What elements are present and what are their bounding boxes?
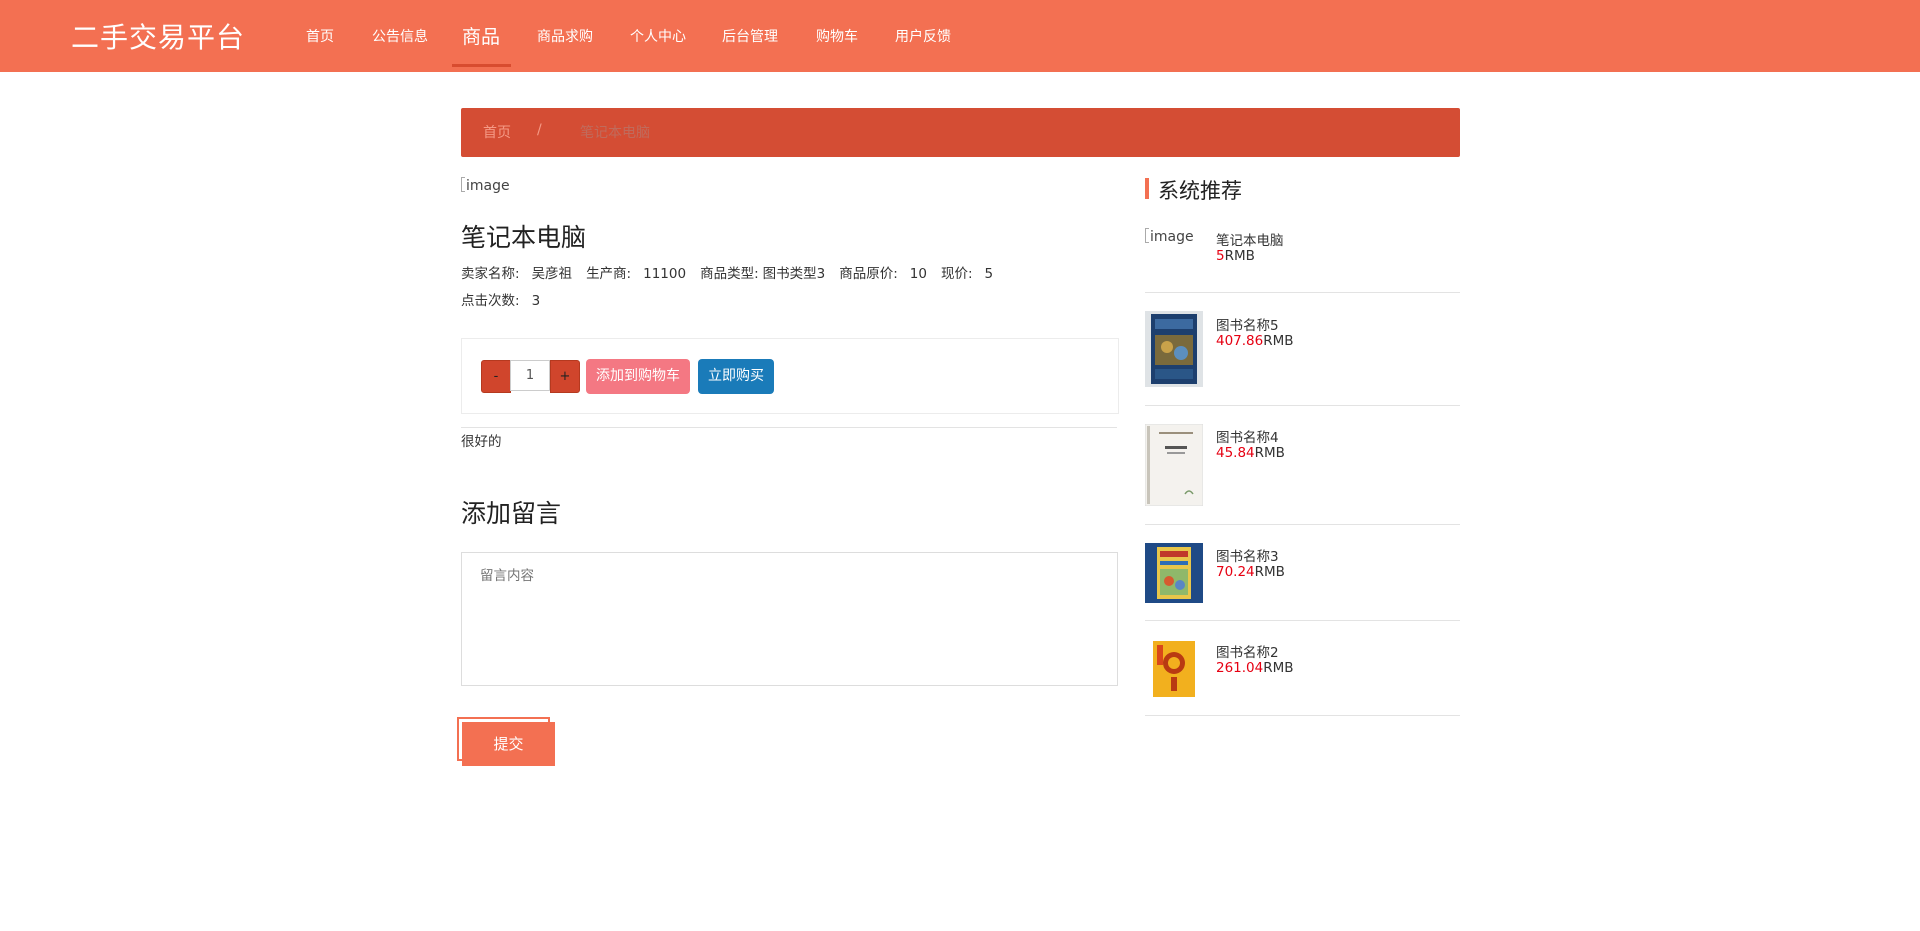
nav-personal-center[interactable]: 个人中心 <box>630 26 686 46</box>
nav-announcements[interactable]: 公告信息 <box>372 26 428 46</box>
recommend-item-image-alt: image <box>1150 229 1194 245</box>
product-description: 很好的 <box>461 434 502 450</box>
book-cover-image[interactable] <box>1145 311 1203 387</box>
active-nav-indicator <box>452 64 511 67</box>
quantity-increase-button[interactable]: + <box>550 360 580 393</box>
recommend-item[interactable]: 图书名称5 407.86RMB <box>1145 311 1460 387</box>
recommend-title-accent <box>1145 178 1149 199</box>
nav-home[interactable]: 首页 <box>306 26 334 46</box>
product-image: image <box>461 177 510 194</box>
maker-value: 11100 <box>643 266 687 282</box>
original-price-label: 商品原价: <box>839 266 898 282</box>
book-cover-image[interactable] <box>1144 423 1204 507</box>
recommend-item-name[interactable]: 笔记本电脑 <box>1216 229 1284 249</box>
divider <box>1145 620 1460 621</box>
submit-button[interactable]: 提交 <box>462 722 555 766</box>
seller-label: 卖家名称: <box>461 266 520 282</box>
recommend-item[interactable]: image 笔记本电脑 5RMB <box>1145 228 1460 288</box>
divider <box>1145 292 1460 293</box>
broken-image-icon <box>461 177 465 192</box>
nav-feedback[interactable]: 用户反馈 <box>895 26 951 46</box>
breadcrumb: 首页 / 笔记本电脑 <box>461 108 1460 157</box>
recommend-item[interactable]: 图书名称3 70.24RMB <box>1145 543 1460 603</box>
recommend-item-price: 45.84RMB <box>1216 445 1285 461</box>
broken-image-icon <box>1145 228 1149 243</box>
message-heading: 添加留言 <box>461 499 562 528</box>
current-price-label: 现价: <box>940 266 973 282</box>
clicks-value: 3 <box>531 293 541 309</box>
buy-now-button[interactable]: 立即购买 <box>698 359 774 394</box>
product-meta-row-1: 卖家名称: 吴彦祖 生产商: 11100 商品类型: 图书类型3 商品原价: 10 现价: 5 <box>461 262 1007 282</box>
recommend-item-name[interactable]: 图书名称3 <box>1216 545 1279 565</box>
original-price-value: 10 <box>909 266 927 282</box>
recommend-item[interactable]: 图书名称2 261.04RMB <box>1145 639 1460 699</box>
recommend-title: 系统推荐 <box>1158 179 1242 203</box>
clicks-label: 点击次数: <box>461 293 520 309</box>
seller-value: 吴彦祖 <box>531 266 573 282</box>
product-image-alt: image <box>466 178 510 194</box>
recommend-item-image: image <box>1145 228 1194 245</box>
divider <box>1145 715 1460 716</box>
recommend-item-price: 261.04RMB <box>1216 660 1294 676</box>
message-textarea[interactable] <box>461 552 1118 686</box>
recommend-item-name[interactable]: 图书名称4 <box>1216 426 1279 446</box>
type-label: 商品类型: <box>700 266 759 282</box>
nav-admin[interactable]: 后台管理 <box>722 26 778 46</box>
product-meta-row-2: 点击次数: 3 <box>461 289 554 309</box>
add-to-cart-button[interactable]: 添加到购物车 <box>586 359 690 394</box>
recommend-item[interactable]: 图书名称4 45.84RMB <box>1144 423 1460 507</box>
nav-cart[interactable]: 购物车 <box>816 26 858 46</box>
nav-products[interactable]: 商品 <box>462 22 500 49</box>
breadcrumb-home-link[interactable]: 首页 <box>483 122 511 142</box>
breadcrumb-current: 笔记本电脑 <box>580 125 650 141</box>
purchase-panel: - 1 + 添加到购物车 立即购买 <box>461 338 1119 414</box>
divider <box>1145 405 1460 406</box>
quantity-input[interactable]: 1 <box>510 360 550 391</box>
maker-label: 生产商: <box>586 266 632 282</box>
book-cover-image[interactable] <box>1145 639 1203 699</box>
current-price-value: 5 <box>984 266 994 282</box>
recommend-item-name[interactable]: 图书名称2 <box>1216 641 1279 661</box>
top-navbar: 二手交易平台 首页 公告信息 商品 商品求购 个人中心 后台管理 购物车 用户反… <box>0 0 1920 72</box>
recommend-item-name[interactable]: 图书名称5 <box>1216 314 1279 334</box>
breadcrumb-separator: / <box>537 122 542 138</box>
divider <box>1145 524 1460 525</box>
recommend-item-price: 407.86RMB <box>1216 333 1294 349</box>
type-value: 图书类型3 <box>762 266 826 282</box>
recommend-item-price: 5RMB <box>1216 248 1255 264</box>
quantity-decrease-button[interactable]: - <box>481 360 511 393</box>
site-logo[interactable]: 二手交易平台 <box>71 16 245 56</box>
nav-purchase-requests[interactable]: 商品求购 <box>537 26 593 46</box>
recommend-item-price: 70.24RMB <box>1216 564 1285 580</box>
divider <box>461 427 1117 428</box>
book-cover-image[interactable] <box>1145 543 1203 603</box>
product-title: 笔记本电脑 <box>461 223 587 252</box>
